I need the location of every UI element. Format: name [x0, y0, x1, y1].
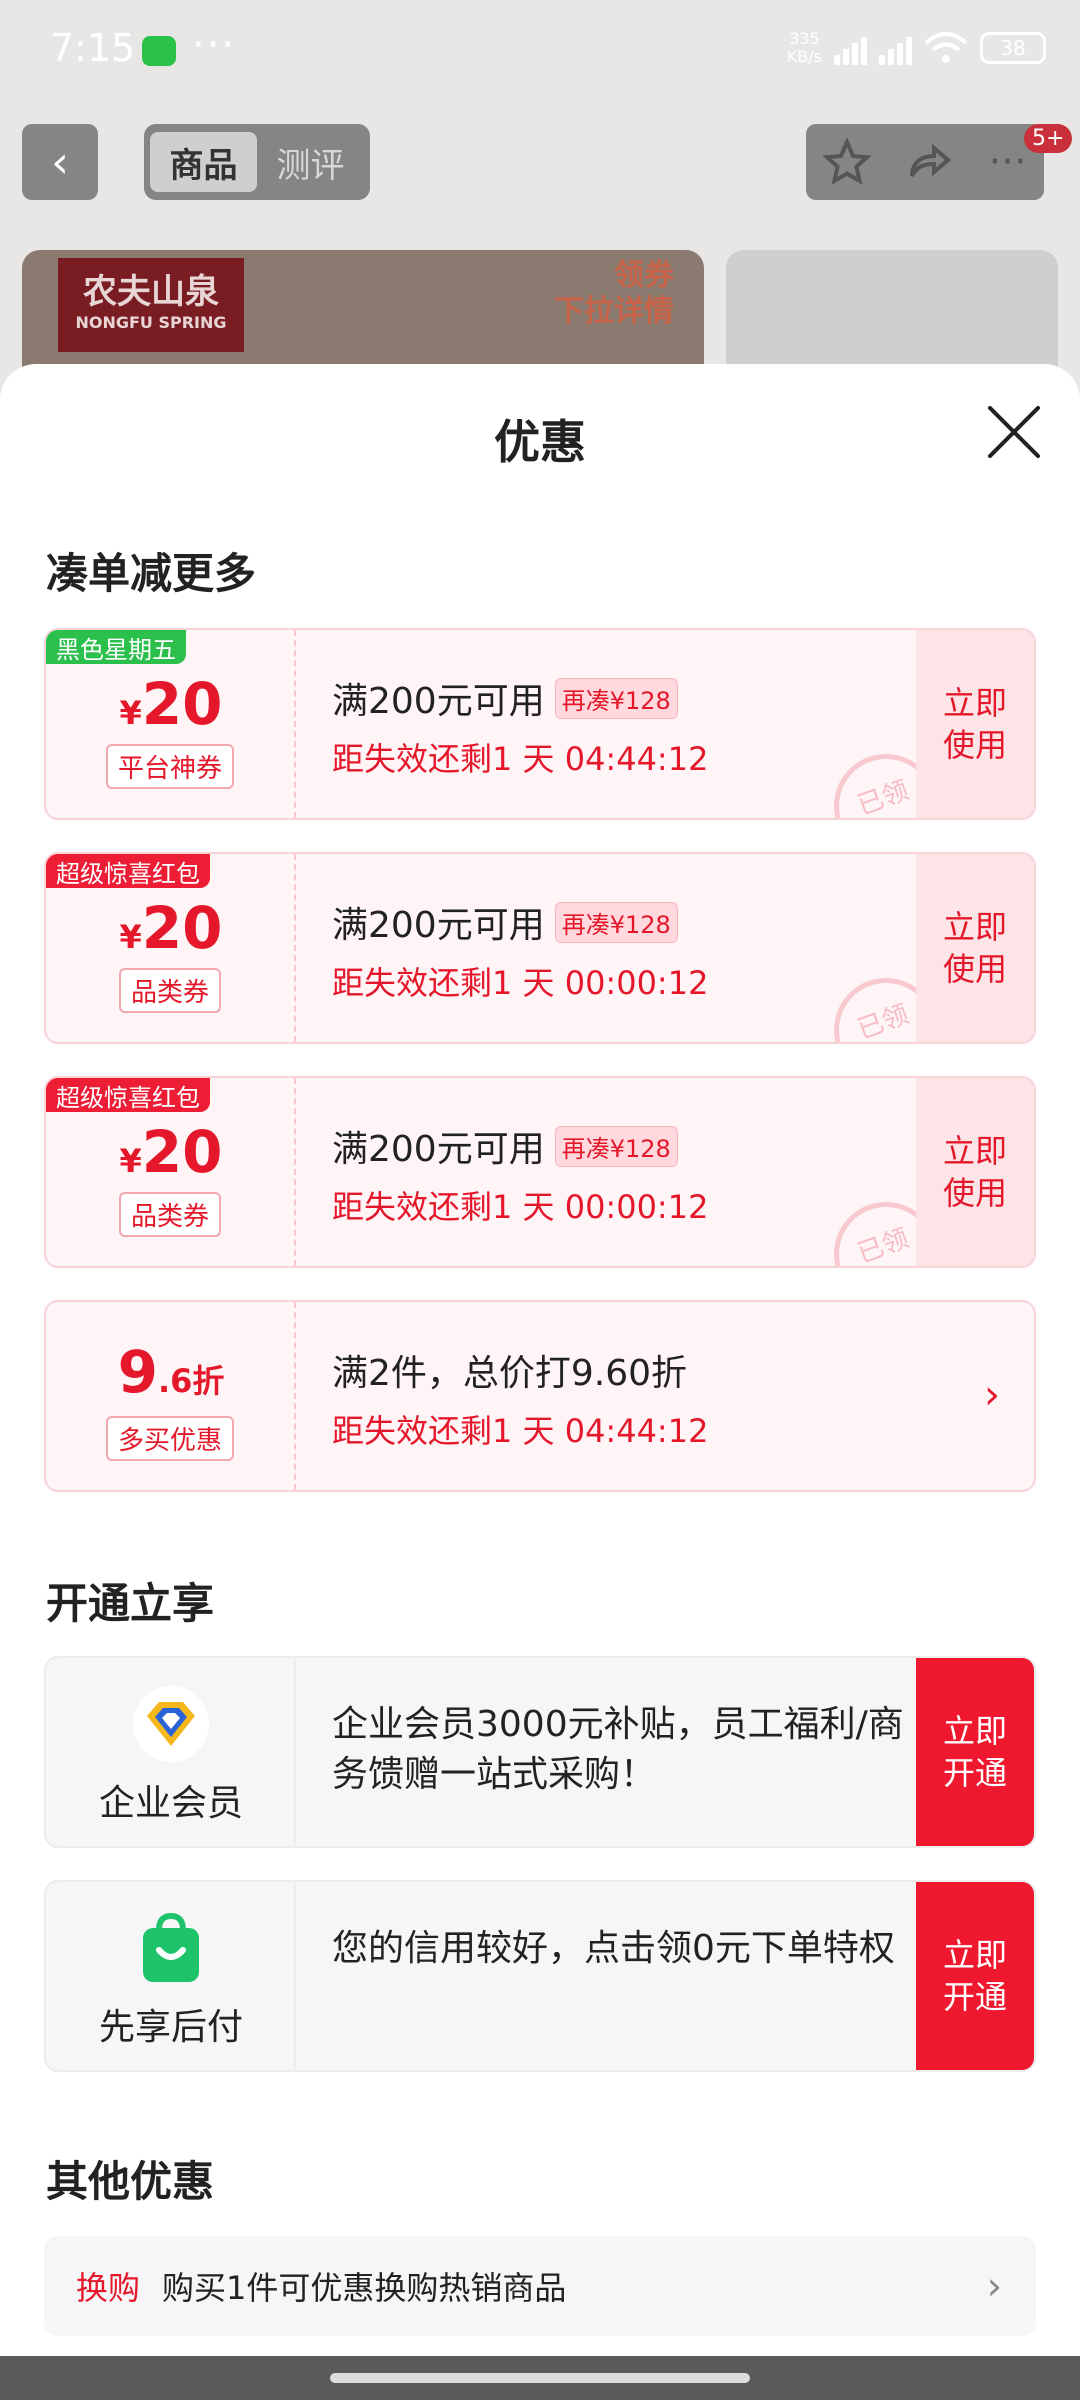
- use-now-button[interactable]: 立即 使用: [916, 630, 1034, 818]
- coupon-value: 超级惊喜红包 ¥20 品类券: [46, 1078, 296, 1266]
- discount-rate: 9.6折: [117, 1338, 225, 1406]
- use-now-button[interactable]: 立即 使用: [916, 1078, 1034, 1266]
- wifi-icon: [924, 32, 968, 63]
- coupon-tag: 黑色星期五: [46, 630, 186, 664]
- coupon-type: 品类券: [118, 968, 222, 1013]
- chevron-right-icon[interactable]: ›: [984, 1372, 1000, 1418]
- coupon-amount: ¥20: [119, 894, 223, 962]
- coupon-info: 满200元可用 再凑¥128 距失效还剩1 天 00:00:12: [332, 896, 708, 1004]
- coupon-type: 品类券: [118, 1192, 222, 1237]
- background-page: 7:15 ··· 335 KB/s 38 ‹ 商品 测评 ··· 5+ 农夫山泉…: [0, 0, 1080, 450]
- open-now-button[interactable]: 立即 开通: [916, 1658, 1034, 1846]
- service-card-enterprise[interactable]: 企业会员 企业会员3000元补贴，员工福利/商务馈赠一站式采购！ 立即 开通: [44, 1656, 1036, 1848]
- action-group: ···: [806, 124, 1044, 200]
- sheet-title: 优惠: [494, 415, 586, 469]
- trade-in-text: 购买1件可优惠换购热销商品: [162, 2269, 567, 2307]
- coupon-timer: 距失效还剩1 天 00:00:12: [332, 1188, 709, 1226]
- use-now-button[interactable]: 立即 使用: [916, 854, 1034, 1042]
- multi-buy-discount-card[interactable]: 9.6折 多买优惠 满2件，总价打9.60折 距失效还剩1 天 04:44:12…: [44, 1300, 1036, 1492]
- chevron-left-icon: ‹: [51, 136, 69, 188]
- service-brand: 先享后付: [46, 1882, 296, 2070]
- status-bar: 7:15 ··· 335 KB/s 38: [0, 0, 1080, 100]
- service-name: 企业会员: [98, 1783, 243, 1824]
- signal-icon-2: [879, 31, 912, 65]
- coupon-remaining: 再凑¥128: [554, 1125, 678, 1167]
- coupon-remaining: 再凑¥128: [554, 677, 678, 719]
- product-nav: ‹ 商品 测评 ··· 5+: [0, 124, 1080, 202]
- coupon-condition: 满200元可用: [332, 681, 545, 722]
- section-title-other: 其他优惠: [46, 2157, 215, 2206]
- chevron-right-icon: ›: [986, 2264, 1002, 2308]
- service-description: 企业会员3000元补贴，员工福利/商务馈赠一站式采购！: [332, 1704, 904, 1795]
- trade-in-label: 换购: [76, 2269, 141, 2307]
- coupon-tag: 超级惊喜红包: [46, 1078, 210, 1112]
- coupon-card[interactable]: 超级惊喜红包 ¥20 品类券 满200元可用 再凑¥128 距失效还剩1 天 00…: [44, 1076, 1036, 1268]
- wechat-icon: [142, 36, 176, 66]
- coupon-tag: 超级惊喜红包: [46, 854, 210, 888]
- discount-value: 9.6折 多买优惠: [46, 1302, 296, 1490]
- status-time: 7:15: [50, 26, 136, 70]
- coupon-condition: 满200元可用: [332, 905, 545, 946]
- coupon-remaining: 再凑¥128: [554, 901, 678, 943]
- coupon-info: 满200元可用 再凑¥128 距失效还剩1 天 00:00:12: [332, 1120, 708, 1228]
- coupon-condition: 满200元可用: [332, 1129, 545, 1170]
- message-badge: 5+: [1024, 124, 1073, 153]
- signal-icon: [834, 31, 867, 65]
- coupon-timer: 距失效还剩1 天 04:44:12: [332, 740, 709, 778]
- discount-info: 满2件，总价打9.60折 距失效还剩1 天 04:44:12: [332, 1344, 708, 1452]
- battery-indicator: 38: [980, 32, 1046, 64]
- coupon-card[interactable]: 黑色星期五 ¥20 平台神券 满200元可用 再凑¥128 距失效还剩1 天 04…: [44, 628, 1036, 820]
- banner-promo: 领券 下拉详情: [554, 258, 674, 329]
- shopping-bag-icon: [143, 1912, 199, 1982]
- coupon-info: 满200元可用 再凑¥128 距失效还剩1 天 04:44:12: [332, 672, 708, 780]
- coupon-type: 平台神券: [105, 744, 235, 789]
- star-icon[interactable]: [823, 138, 872, 186]
- share-icon[interactable]: [906, 138, 954, 186]
- home-indicator[interactable]: [330, 2373, 750, 2383]
- product-tabs: 商品 测评: [144, 124, 370, 200]
- brand-logo: 农夫山泉 NONGFU SPRING: [58, 258, 244, 352]
- coupon-amount: ¥20: [119, 670, 223, 738]
- section-title-membership: 开通立享: [46, 1579, 215, 1628]
- service-brand: 企业会员: [46, 1658, 296, 1846]
- close-icon[interactable]: [984, 402, 1044, 462]
- tab-review[interactable]: 测评: [257, 132, 364, 192]
- discount-timer: 距失效还剩1 天 04:44:12: [332, 1412, 709, 1450]
- status-indicators: 335 KB/s 38: [787, 30, 1046, 66]
- network-speed: 335 KB/s: [786, 29, 822, 66]
- service-card-pay-later[interactable]: 先享后付 您的信用较好，点击领0元下单特权 立即 开通: [44, 1880, 1036, 2072]
- more-notifications-icon: ···: [192, 22, 237, 68]
- discount-condition: 满2件，总价打9.60折: [332, 1353, 688, 1394]
- coupon-timer: 距失效还剩1 天 00:00:12: [332, 964, 709, 1002]
- discount-type: 多买优惠: [105, 1416, 235, 1461]
- tab-product[interactable]: 商品: [150, 132, 257, 192]
- service-name: 先享后付: [98, 2007, 243, 2048]
- more-icon[interactable]: ···: [989, 139, 1027, 185]
- discount-sheet: 优惠 凑单减更多 黑色星期五 ¥20 平台神券 满200元可用 再凑¥128 距失…: [0, 364, 1080, 2400]
- back-button[interactable]: ‹: [22, 124, 98, 200]
- service-description: 您的信用较好，点击领0元下单特权: [332, 1928, 895, 1969]
- section-title-bundle: 凑单减更多: [46, 549, 257, 598]
- coupon-amount: ¥20: [119, 1118, 223, 1186]
- coupon-card[interactable]: 超级惊喜红包 ¥20 品类券 满200元可用 再凑¥128 距失效还剩1 天 00…: [44, 852, 1036, 1044]
- open-now-button[interactable]: 立即 开通: [916, 1882, 1034, 2070]
- diamond-icon: [133, 1686, 209, 1762]
- coupon-value: 黑色星期五 ¥20 平台神券: [46, 630, 296, 818]
- coupon-value: 超级惊喜红包 ¥20 品类券: [46, 854, 296, 1042]
- trade-in-row[interactable]: 换购 购买1件可优惠换购热销商品 ›: [44, 2236, 1036, 2336]
